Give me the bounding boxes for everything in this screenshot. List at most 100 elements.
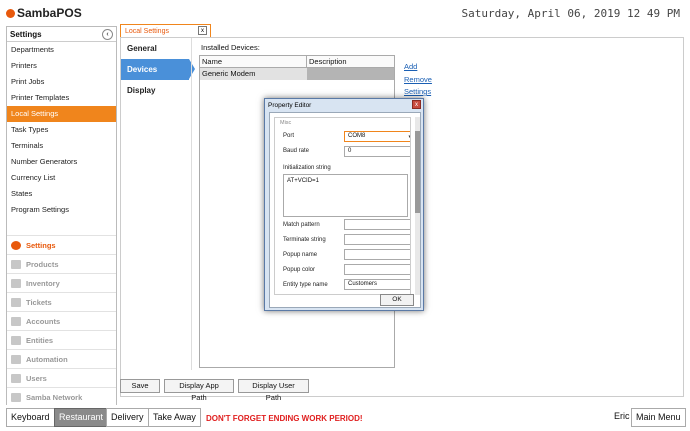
chevron-down-icon[interactable]: ▾ — [408, 133, 410, 142]
popup-color-label: Popup color — [283, 267, 316, 273]
module-settings[interactable]: Settings — [7, 235, 116, 254]
nav-display[interactable]: Display — [121, 80, 189, 101]
popup-color-input[interactable] — [344, 264, 410, 275]
dialog-body: Misc Port COM8 ▾ Baud rate 0 Initializat… — [269, 112, 421, 308]
settings-item-printer-templates[interactable]: Printer Templates — [7, 90, 116, 106]
property-grid-scrollbar[interactable] — [415, 117, 420, 295]
match-pattern-input[interactable] — [344, 219, 410, 230]
init-string-label: Initialization string — [283, 165, 331, 171]
ticket-icon — [11, 297, 21, 307]
remove-device-link[interactable]: Remove — [404, 75, 432, 88]
footer-bar: Keyboard Restaurant Delivery Take Away D… — [0, 405, 690, 431]
network-icon — [11, 392, 21, 402]
calculator-icon — [11, 316, 21, 326]
baud-rate-input[interactable]: 0 — [344, 146, 410, 157]
popup-name-label: Popup name — [283, 252, 318, 258]
local-settings-nav: General Devices Display — [121, 38, 195, 388]
settings-item-number-generators[interactable]: Number Generators — [7, 154, 116, 170]
add-device-link[interactable]: Add — [404, 62, 432, 75]
nav-general[interactable]: General — [121, 38, 189, 59]
display-app-path-button[interactable]: Display App Path — [164, 379, 234, 402]
entity-type-name-input[interactable]: Customers — [344, 279, 410, 290]
init-string-input[interactable]: AT+VCID=1 — [283, 174, 408, 217]
module-entities[interactable]: Entities — [7, 330, 116, 349]
match-pattern-label: Match pattern — [283, 222, 320, 228]
display-user-path-button[interactable]: Display User Path — [238, 379, 309, 402]
module-label: Users — [26, 373, 47, 383]
user-icon — [11, 373, 21, 383]
settings-item-local-settings[interactable]: Local Settings — [7, 106, 116, 122]
settings-item-printers[interactable]: Printers — [7, 58, 116, 74]
list-icon — [11, 335, 21, 345]
entity-type-name-label: Entity type name — [283, 282, 328, 288]
property-editor-dialog: Property Editor x Misc Port COM8 ▾ Baud … — [264, 98, 424, 311]
module-label: Inventory — [26, 278, 60, 288]
main-menu-button[interactable]: Main Menu — [631, 408, 686, 427]
settings-item-currency-list[interactable]: Currency List — [7, 170, 116, 186]
dialog-title: Property Editor — [268, 101, 312, 109]
close-dialog-button[interactable]: x — [412, 100, 421, 109]
logo-mark-icon — [6, 8, 15, 18]
tab-local-settings[interactable]: Local Settings x — [120, 24, 211, 37]
nav-devices[interactable]: Devices — [121, 59, 195, 80]
nav-divider — [191, 38, 192, 370]
device-description-cell — [307, 68, 394, 80]
module-label: Settings — [26, 240, 56, 250]
module-label: Automation — [26, 354, 68, 364]
ok-button[interactable]: OK — [380, 294, 414, 306]
tab-label: Local Settings — [125, 27, 169, 35]
port-value: COM8 — [348, 133, 366, 139]
current-user: Eric — [610, 408, 634, 427]
table-header: Name Description — [200, 56, 394, 68]
close-tab-button[interactable]: x — [198, 26, 207, 35]
module-products[interactable]: Products — [7, 254, 116, 273]
category-misc: Misc — [280, 120, 292, 126]
device-actions: Add Remove Settings — [404, 62, 432, 100]
settings-panel-header: Settings ‹ — [7, 27, 116, 42]
column-header-name[interactable]: Name — [200, 56, 307, 67]
cup-icon — [11, 259, 21, 269]
back-arrow-icon[interactable]: ‹ — [102, 28, 113, 40]
settings-item-states[interactable]: States — [7, 186, 116, 202]
module-accounts[interactable]: Accounts — [7, 311, 116, 330]
popup-name-input[interactable] — [344, 249, 410, 260]
work-period-warning: DON'T FORGET ENDING WORK PERIOD! — [206, 414, 363, 423]
keyboard-button[interactable]: Keyboard — [6, 408, 55, 427]
module-label: Accounts — [26, 316, 61, 326]
module-automation[interactable]: Automation — [7, 349, 116, 368]
module-label: Samba Network — [26, 392, 83, 402]
restaurant-button[interactable]: Restaurant — [54, 408, 109, 427]
module-users[interactable]: Users — [7, 368, 116, 387]
terminate-string-input[interactable] — [344, 234, 410, 245]
device-name-cell: Generic Modem — [202, 69, 256, 78]
settings-item-departments[interactable]: Departments — [7, 42, 116, 58]
column-header-description[interactable]: Description — [307, 56, 347, 67]
port-select[interactable]: COM8 ▾ — [344, 131, 410, 142]
port-label: Port — [283, 133, 295, 139]
terminate-string-label: Terminate string — [283, 237, 326, 243]
save-button[interactable]: Save — [120, 379, 160, 393]
bottom-button-bar: Save Display App Path Display User Path — [120, 379, 313, 402]
app-logo: SambaPOS — [6, 6, 82, 20]
gear-icon — [11, 240, 21, 250]
settings-item-print-jobs[interactable]: Print Jobs — [7, 74, 116, 90]
settings-item-task-types[interactable]: Task Types — [7, 122, 116, 138]
settings-item-terminals[interactable]: Terminals — [7, 138, 116, 154]
take-away-button[interactable]: Take Away — [148, 408, 201, 427]
property-grid: Misc Port COM8 ▾ Baud rate 0 Initializat… — [274, 117, 411, 295]
logo-text: SambaPOS — [17, 6, 82, 20]
table-row[interactable]: Generic Modem — [200, 68, 394, 80]
current-datetime: Saturday, April 06, 2019 12 49 PM — [461, 7, 680, 20]
baud-rate-label: Baud rate — [283, 148, 310, 154]
module-tickets[interactable]: Tickets — [7, 292, 116, 311]
module-label: Tickets — [26, 297, 52, 307]
settings-panel-title: Settings — [10, 29, 42, 39]
scrollbar-thumb[interactable] — [415, 131, 420, 213]
boxes-icon — [11, 278, 21, 288]
module-inventory[interactable]: Inventory — [7, 273, 116, 292]
app-header: SambaPOS Saturday, April 06, 2019 12 49 … — [0, 0, 690, 26]
module-samba-network[interactable]: Samba Network — [7, 387, 116, 406]
settings-panel: Settings ‹ Departments Printers Print Jo… — [6, 26, 117, 406]
settings-item-program-settings[interactable]: Program Settings — [7, 202, 116, 218]
delivery-button[interactable]: Delivery — [106, 408, 149, 427]
